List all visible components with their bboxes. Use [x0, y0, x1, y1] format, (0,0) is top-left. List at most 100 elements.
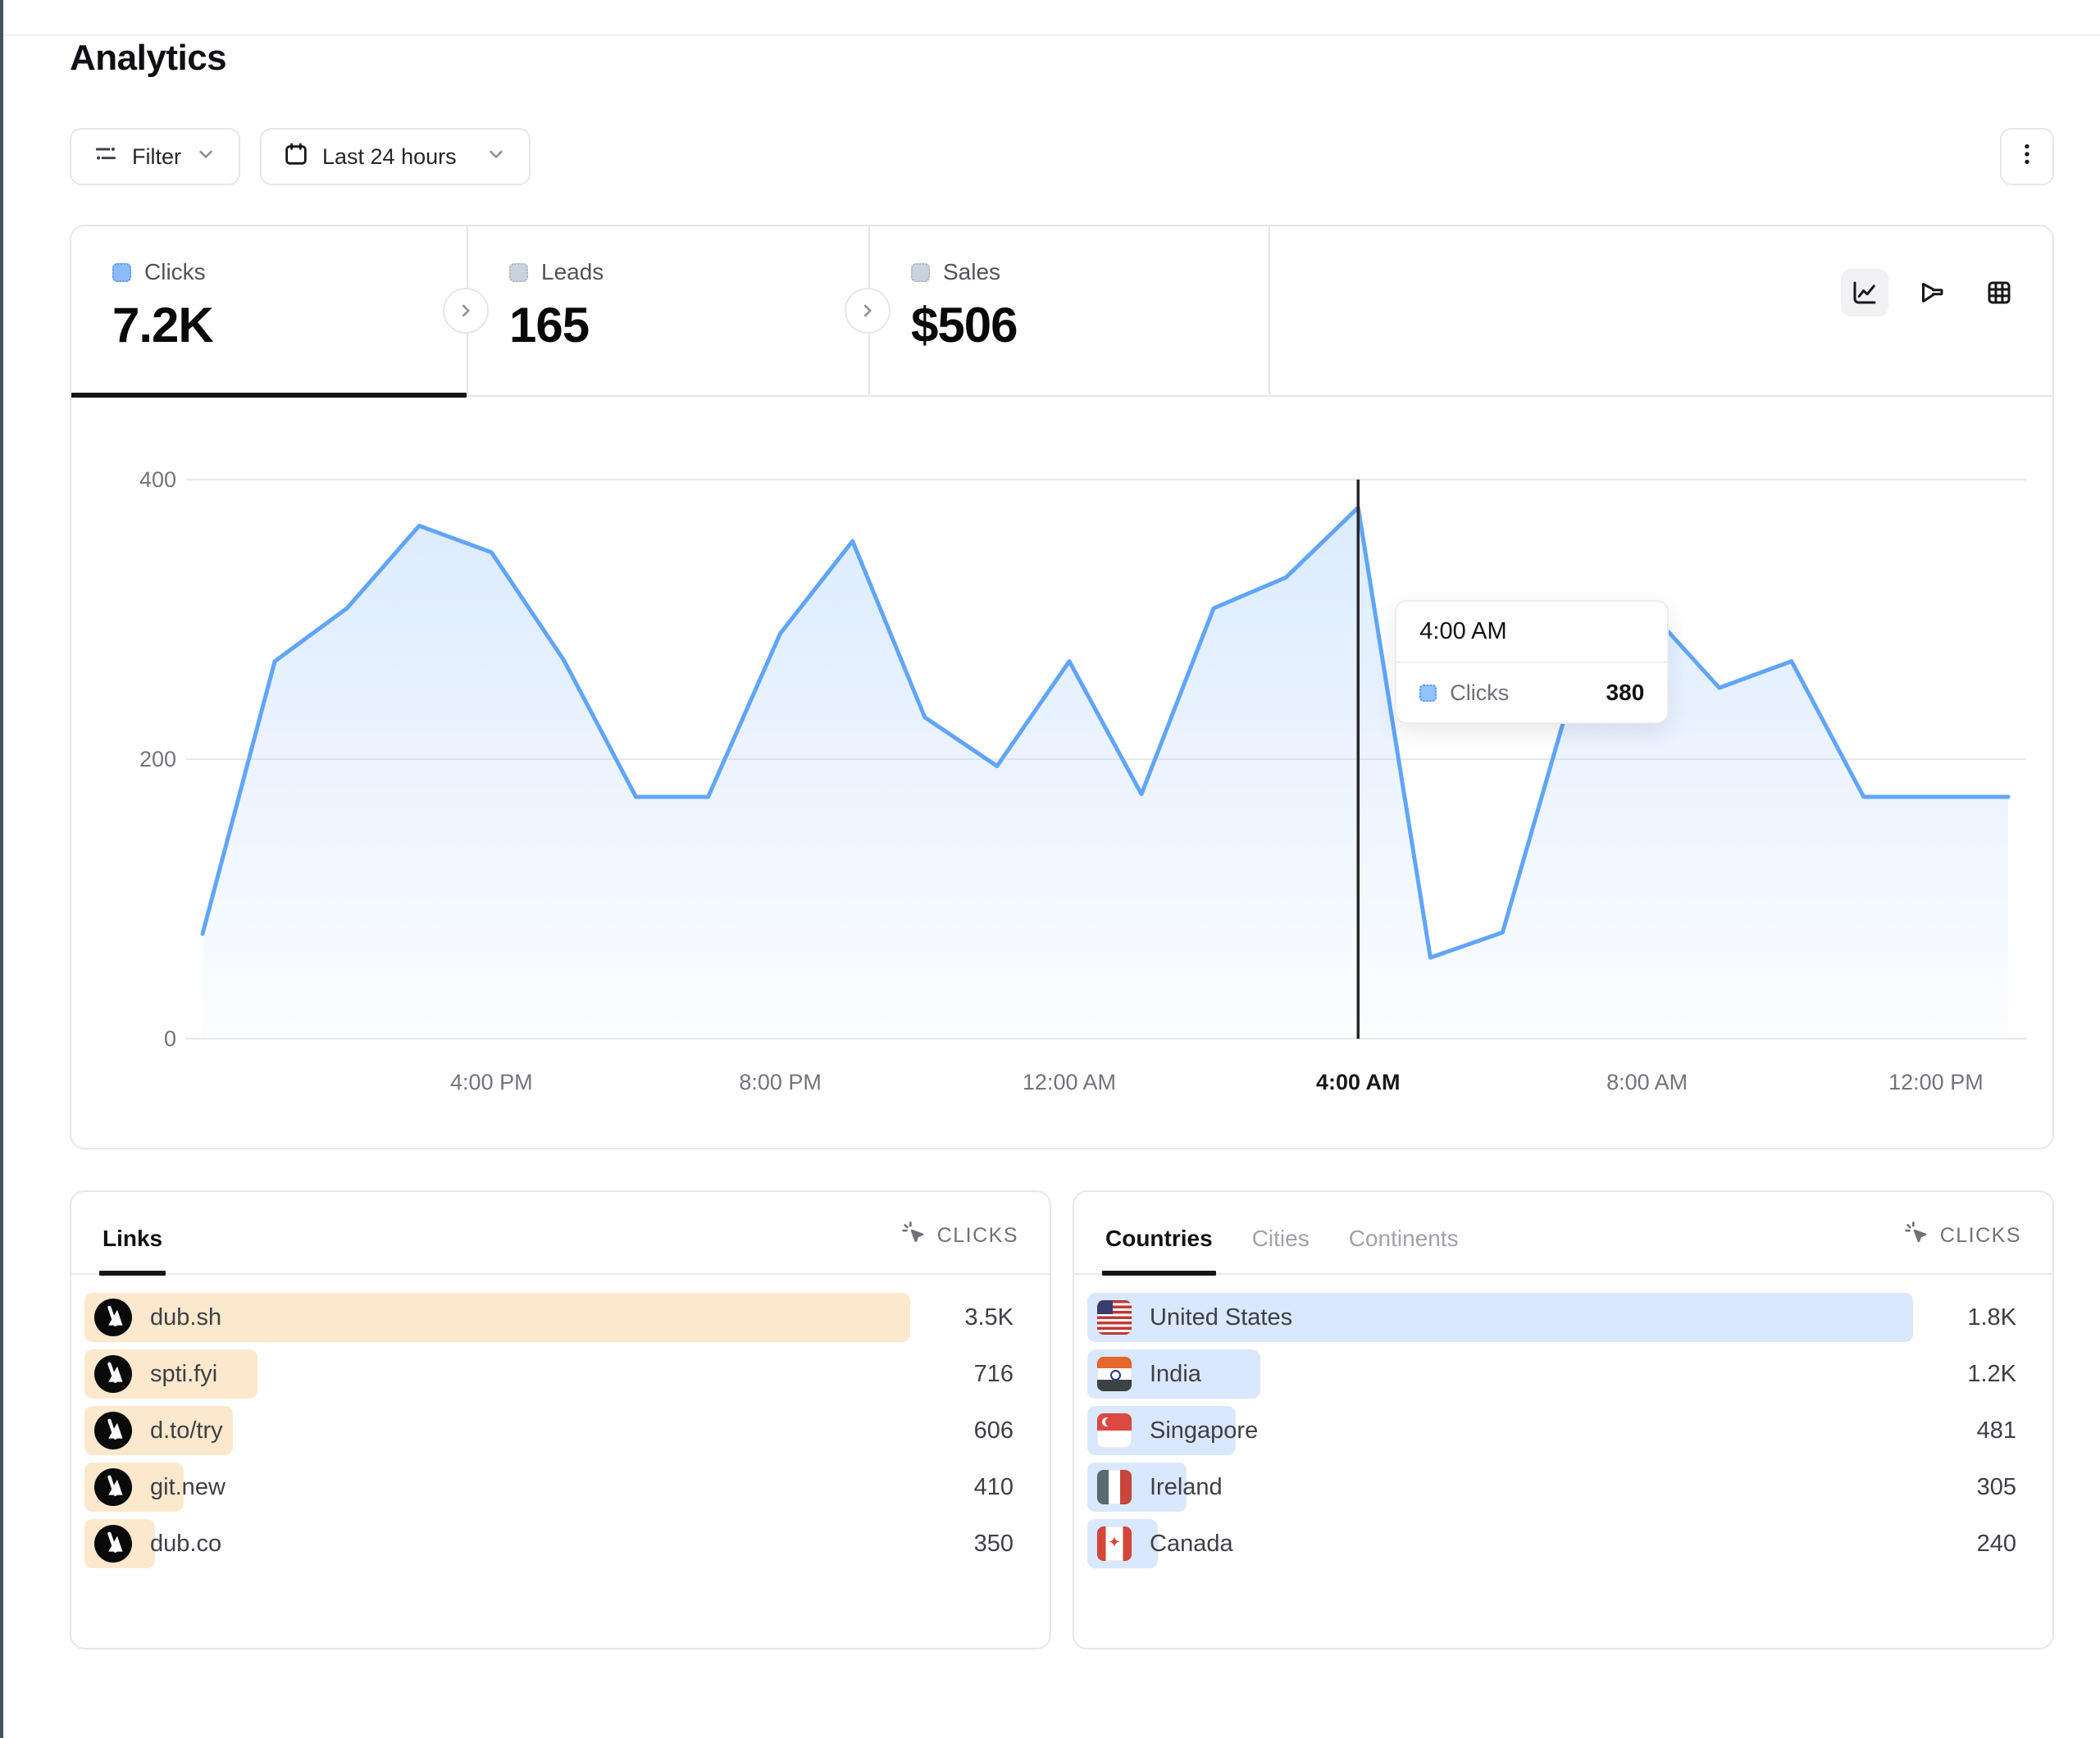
leads-legend-square	[509, 263, 528, 282]
countries-panel: Countries Cities Continents CLICKS Unite…	[1073, 1190, 2054, 1649]
cursor-click-icon	[901, 1220, 927, 1252]
dub-logo-icon	[94, 1525, 132, 1563]
more-options-button[interactable]	[2000, 128, 2054, 185]
clicks-value: 7.2K	[112, 297, 467, 353]
chart-tooltip: 4:00 AM Clicks 380	[1395, 600, 1669, 724]
x-tick-label: 8:00 PM	[739, 1070, 822, 1094]
country-name: Ireland	[1150, 1474, 1223, 1501]
country-clicks-count: 481	[1977, 1417, 2016, 1445]
dub-logo-icon	[94, 1299, 132, 1336]
x-tick-label: 4:00 PM	[450, 1070, 533, 1094]
tab-countries[interactable]: Countries	[1105, 1226, 1213, 1273]
links-metric-header[interactable]: CLICKS	[901, 1220, 1018, 1273]
country-name: India	[1150, 1361, 1201, 1388]
link-clicks-count: 3.5K	[964, 1304, 1014, 1331]
link-name: d.to/try	[150, 1417, 223, 1445]
country-clicks-count: 305	[1977, 1474, 2016, 1501]
table-view-button[interactable]	[1975, 269, 2023, 316]
chevron-down-icon	[194, 143, 217, 171]
link-name: spti.fyi	[150, 1361, 217, 1388]
x-tick-label: 12:00 PM	[1888, 1070, 1984, 1094]
country-name: Canada	[1150, 1531, 1233, 1558]
country-row[interactable]: United States1.8K	[1087, 1293, 2036, 1342]
y-tick-label: 0	[164, 1026, 176, 1051]
metric-tab-clicks[interactable]: Clicks 7.2K	[71, 226, 467, 395]
metric-tab-leads[interactable]: Leads 165	[467, 226, 868, 395]
date-range-label: Last 24 hours	[322, 144, 457, 170]
x-tick-label: 12:00 AM	[1023, 1070, 1116, 1094]
x-tick-label: 8:00 AM	[1606, 1070, 1688, 1094]
chart-view-toggles	[1841, 269, 2023, 316]
y-tick-label: 400	[139, 467, 176, 492]
leads-value: 165	[509, 297, 868, 353]
in-flag-icon	[1097, 1357, 1132, 1391]
calendar-icon	[283, 141, 309, 173]
link-name: dub.co	[150, 1531, 221, 1558]
metric-header-label: CLICKS	[1940, 1224, 2021, 1248]
country-row[interactable]: Canada 240	[1087, 1519, 2036, 1568]
clicks-legend-square	[112, 263, 131, 282]
clicks-chart[interactable]: 0 200 400 4:00 PM 8:00 PM 12:00 AM 4:00 AM 8:00…	[71, 397, 2052, 1148]
filter-label: Filter	[132, 144, 181, 170]
filter-icon	[93, 141, 119, 173]
dub-logo-icon	[94, 1412, 132, 1449]
tab-cities[interactable]: Cities	[1252, 1226, 1310, 1273]
metric-header-label: CLICKS	[937, 1224, 1018, 1248]
link-name: git.new	[150, 1474, 225, 1501]
link-row[interactable]: dub.co 350	[84, 1519, 1033, 1568]
link-row[interactable]: d.to/try 606	[84, 1406, 1033, 1455]
area-fill	[203, 507, 2008, 1039]
countries-metric-header[interactable]: CLICKS	[1904, 1220, 2021, 1273]
clicks-legend-square	[1419, 685, 1437, 702]
metrics-header: Clicks 7.2K Leads 165 Sales $506	[71, 226, 2052, 397]
kebab-menu-icon	[2015, 142, 2039, 172]
ca-flag-icon	[1097, 1526, 1132, 1561]
country-row[interactable]: Singapore 481	[1087, 1406, 2036, 1455]
tab-links[interactable]: Links	[102, 1226, 162, 1273]
dub-logo-icon	[94, 1355, 132, 1393]
tab-continents[interactable]: Continents	[1349, 1226, 1459, 1273]
link-clicks-count: 350	[974, 1531, 1014, 1558]
tooltip-value: 380	[1606, 680, 1645, 706]
metric-label: Clicks	[144, 259, 206, 285]
us-flag-icon	[1097, 1300, 1132, 1335]
analytics-card: Clicks 7.2K Leads 165 Sales $506	[70, 225, 2054, 1149]
dub-logo-icon	[94, 1468, 132, 1506]
cursor-click-icon	[1904, 1220, 1930, 1252]
country-name: Singapore	[1150, 1417, 1258, 1445]
filter-button[interactable]: Filter	[70, 128, 240, 185]
area-chart[interactable]: 0 200 400 4:00 PM 8:00 PM 12:00 AM 4:00 AM 8:00…	[71, 397, 2052, 1148]
countries-panel-header: Countries Cities Continents CLICKS	[1074, 1192, 2052, 1275]
ie-flag-icon	[1097, 1470, 1132, 1504]
y-tick-label: 200	[139, 747, 176, 771]
metric-tab-sales[interactable]: Sales $506	[868, 226, 1270, 395]
funnel-view-button[interactable]	[1908, 269, 1956, 316]
tooltip-series-label: Clicks	[1450, 680, 1509, 706]
links-list: dub.sh 3.5K spti.fyi 716 d.to/try 606 git.new 4…	[71, 1275, 1050, 1576]
country-row[interactable]: India 1.2K	[1087, 1349, 2036, 1399]
countries-list: United States1.8K India 1.2K Singapore 481 Ir…	[1074, 1275, 2052, 1576]
link-clicks-count: 410	[974, 1474, 1014, 1501]
sg-flag-icon	[1097, 1413, 1132, 1448]
page-title: Analytics	[70, 38, 2054, 79]
analytics-page: Analytics Filter Last 24 hours	[70, 0, 2054, 1649]
date-range-button[interactable]: Last 24 hours	[260, 128, 531, 185]
country-clicks-count: 240	[1977, 1531, 2016, 1558]
link-row[interactable]: git.new 410	[84, 1463, 1033, 1512]
expand-clicks-button[interactable]	[443, 288, 489, 334]
link-name: dub.sh	[150, 1304, 221, 1331]
country-clicks-count: 1.8K	[1967, 1304, 2016, 1331]
sales-legend-square	[911, 263, 930, 282]
x-tick-label: 4:00 AM	[1316, 1070, 1401, 1094]
line-chart-view-button[interactable]	[1841, 269, 1888, 316]
metric-label: Leads	[541, 259, 604, 285]
country-row[interactable]: Ireland 305	[1087, 1463, 2036, 1512]
links-panel-header: Links CLICKS	[71, 1192, 1050, 1275]
link-row[interactable]: dub.sh 3.5K	[84, 1293, 1033, 1342]
link-clicks-count: 606	[974, 1417, 1014, 1445]
expand-leads-button[interactable]	[845, 288, 891, 334]
link-row[interactable]: spti.fyi 716	[84, 1349, 1033, 1399]
tooltip-time: 4:00 AM	[1396, 602, 1667, 662]
link-clicks-count: 716	[974, 1361, 1014, 1388]
country-clicks-count: 1.2K	[1967, 1361, 2016, 1388]
